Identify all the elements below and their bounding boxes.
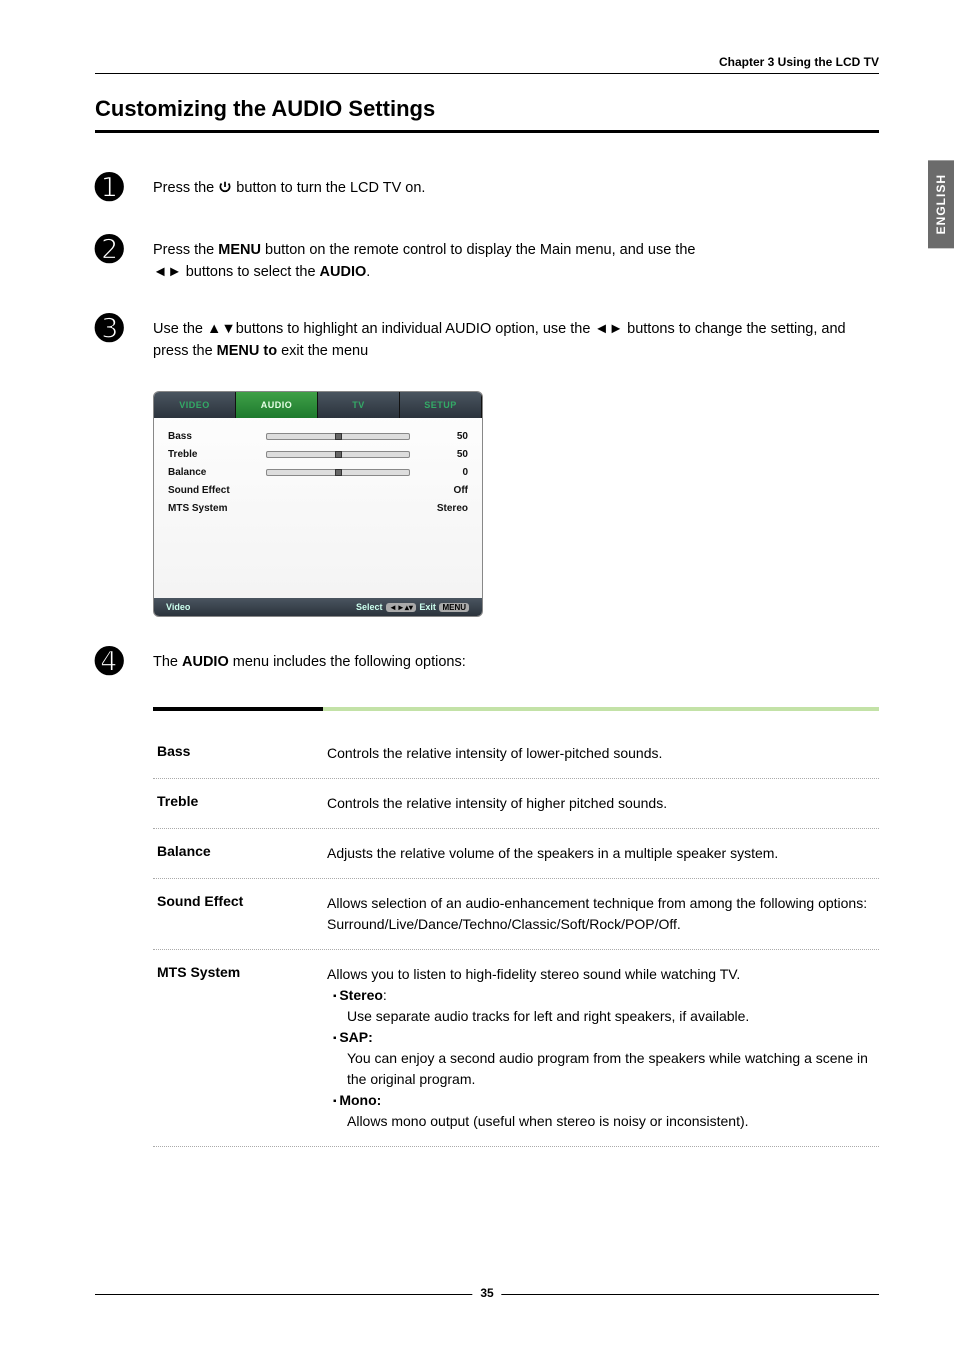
osd-se-value: Off — [418, 485, 468, 496]
osd-tab-video: VIDEO — [154, 392, 236, 418]
osd-menu-figure: VIDEO AUDIO TV SETUP Bass 50 Treble 50 B… — [153, 391, 483, 617]
s2-c: button on the remote control to display … — [261, 242, 695, 258]
s2-a: Press the — [153, 242, 218, 258]
mts-stereo-d: Use separate audio tracks for left and r… — [333, 1006, 749, 1027]
opt-balance-label: Balance — [157, 843, 327, 864]
opt-bass-label: Bass — [157, 743, 327, 764]
s4-c: menu includes the following options: — [229, 654, 466, 670]
option-row-treble: Treble Controls the relative intensity o… — [153, 779, 879, 829]
osd-row-treble: Treble 50 — [168, 446, 468, 464]
mts-mono-h: Mono: — [333, 1092, 381, 1108]
step-number-1: ➊ — [95, 171, 135, 205]
osd-footer: Video Select ◄►▴▾ Exit MENU — [154, 598, 482, 616]
header-rule — [95, 73, 879, 74]
osd-tab-audio: AUDIO — [236, 392, 318, 418]
osd-balance-slider — [266, 469, 410, 476]
step-number-3: ➌ — [95, 312, 135, 346]
opt-se-label: Sound Effect — [157, 893, 327, 935]
step-number-4: ➍ — [95, 645, 135, 679]
option-row-soundeffect: Sound Effect Allows selection of an audi… — [153, 879, 879, 950]
osd-blank-space — [168, 518, 468, 588]
osd-body: Bass 50 Treble 50 Balance 0 Sound Effect — [154, 418, 482, 598]
s2-menu: MENU — [218, 242, 261, 258]
s4-a: The — [153, 654, 182, 670]
osd-footer-exit: Exit — [419, 602, 436, 612]
options-heading-bar — [153, 707, 879, 711]
osd-row-mts: MTS System Stereo — [168, 500, 468, 518]
page-title: Customizing the AUDIO Settings — [95, 96, 879, 122]
step-3: ➌ Use the ▲▼buttons to highlight an indi… — [95, 312, 879, 363]
chapter-header: Chapter 3 Using the LCD TV — [95, 55, 879, 69]
opt-treble-desc: Controls the relative intensity of highe… — [327, 793, 875, 814]
mts-mono-d: Allows mono output (useful when stereo i… — [333, 1111, 749, 1132]
option-row-mts: MTS System Allows you to listen to high-… — [153, 950, 879, 1147]
step-1-pre: Press the — [153, 180, 218, 196]
page-number: 35 — [472, 1286, 501, 1300]
osd-footer-left: Video — [166, 602, 190, 612]
osd-tab-setup: SETUP — [400, 392, 482, 418]
s3-c: exit the menu — [277, 343, 368, 359]
opt-mts-lead: Allows you to listen to high-fidelity st… — [327, 966, 740, 982]
mts-sap-d: You can enjoy a second audio program fro… — [333, 1048, 875, 1090]
title-underline — [95, 130, 879, 133]
osd-tab-tv: TV — [318, 392, 400, 418]
osd-bass-label: Bass — [168, 431, 258, 442]
step-1: ➊ Press the button to turn the LCD TV on… — [95, 171, 879, 205]
osd-bass-value: 50 — [418, 431, 468, 442]
osd-treble-value: 50 — [418, 449, 468, 460]
mts-bullet-stereo: Stereo: Use separate audio tracks for le… — [327, 985, 875, 1027]
mts-stereo-t: : — [383, 987, 387, 1003]
osd-bass-slider — [266, 433, 410, 440]
s2-audio: AUDIO — [320, 264, 367, 280]
step-number-2: ➋ — [95, 233, 135, 267]
osd-balance-value: 0 — [418, 467, 468, 478]
osd-key-menu: MENU — [439, 603, 469, 612]
osd-tabs: VIDEO AUDIO TV SETUP — [154, 392, 482, 418]
osd-row-soundeffect: Sound Effect Off — [168, 482, 468, 500]
opt-mts-desc: Allows you to listen to high-fidelity st… — [327, 964, 875, 1132]
step-4: ➍ The AUDIO menu includes the following … — [95, 645, 879, 679]
option-row-bass: Bass Controls the relative intensity of … — [153, 729, 879, 779]
step-2-text: Press the MENU button on the remote cont… — [153, 233, 879, 284]
osd-footer-select: Select — [356, 602, 383, 612]
osd-footer-right: Select ◄►▴▾ Exit MENU — [356, 602, 470, 612]
osd-mts-label: MTS System — [168, 503, 258, 514]
opt-treble-label: Treble — [157, 793, 327, 814]
opt-se-desc: Allows selection of an audio-enhancement… — [327, 893, 875, 935]
step-1-post: button to turn the LCD TV on. — [232, 180, 425, 196]
page-footer: 35 — [95, 1294, 879, 1314]
opt-mts-label: MTS System — [157, 964, 327, 1132]
s2-d: buttons to select the — [186, 264, 320, 280]
opt-balance-desc: Adjusts the relative volume of the speak… — [327, 843, 875, 864]
osd-se-label: Sound Effect — [168, 485, 258, 496]
step-1-text: Press the button to turn the LCD TV on. — [153, 171, 879, 199]
mts-sap-h: SAP: — [333, 1029, 373, 1045]
osd-treble-label: Treble — [168, 449, 258, 460]
osd-treble-slider — [266, 451, 410, 458]
s4-b: AUDIO — [182, 654, 229, 670]
step-3-text: Use the ▲▼buttons to highlight an indivi… — [153, 312, 879, 363]
mts-stereo-h: Stereo — [333, 987, 383, 1003]
page-container: Chapter 3 Using the LCD TV Customizing t… — [0, 0, 954, 1187]
osd-balance-label: Balance — [168, 467, 258, 478]
osd-key-arrows: ◄►▴▾ — [386, 603, 416, 612]
step-2: ➋ Press the MENU button on the remote co… — [95, 233, 879, 284]
osd-row-balance: Balance 0 — [168, 464, 468, 482]
s2-dot: . — [366, 264, 370, 280]
s3-b: MENU to — [217, 343, 277, 359]
power-icon — [218, 180, 232, 196]
osd-mts-value: Stereo — [418, 503, 468, 514]
mts-bullet-mono: Mono: Allows mono output (useful when st… — [327, 1090, 875, 1132]
step-4-text: The AUDIO menu includes the following op… — [153, 645, 879, 673]
s2-arrows: ◄► — [153, 264, 186, 280]
opt-bass-desc: Controls the relative intensity of lower… — [327, 743, 875, 764]
option-row-balance: Balance Adjusts the relative volume of t… — [153, 829, 879, 879]
options-table: Bass Controls the relative intensity of … — [153, 707, 879, 1147]
osd-row-bass: Bass 50 — [168, 428, 468, 446]
mts-bullet-sap: SAP: You can enjoy a second audio progra… — [327, 1027, 875, 1090]
